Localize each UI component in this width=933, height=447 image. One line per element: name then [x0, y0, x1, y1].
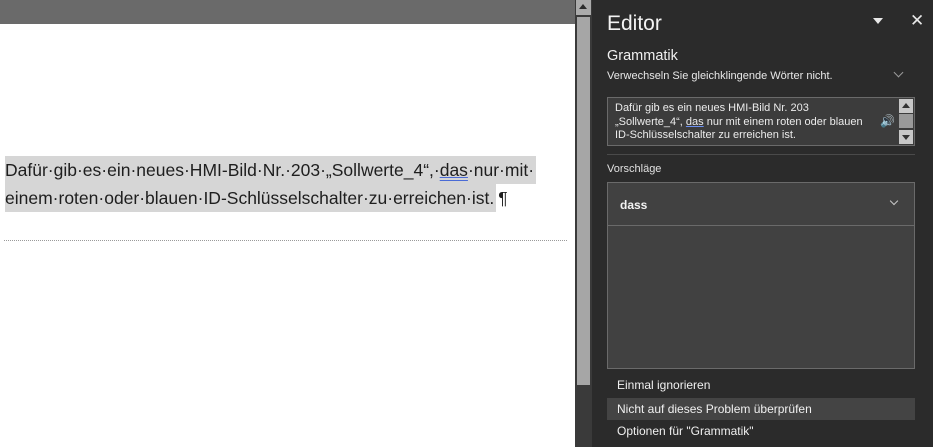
suggestion-item[interactable]: dass — [608, 183, 914, 226]
line-2-text: einem·roten·oder·blauen·ID-Schlüsselscha… — [5, 188, 495, 208]
context-box: Dafür gib es ein neues HMI-Bild Nr. 203 … — [607, 97, 915, 146]
line-1-text-before: Dafür·gib·es·ein·neues·HMI-Bild·Nr.·203·… — [5, 160, 440, 180]
document-area: Dafür·gib·es·ein·neues·HMI-Bild·Nr.·203·… — [0, 0, 575, 447]
options-label: Optionen für "Grammatik" — [617, 424, 754, 438]
document-paragraph[interactable]: Dafür·gib·es·ein·neues·HMI-Bild·Nr.·203·… — [5, 156, 565, 212]
ignore-once-label: Einmal ignorieren — [617, 378, 711, 392]
context-scrollbar[interactable] — [899, 99, 913, 144]
dont-check-label: Nicht auf dieses Problem überprüfen — [617, 402, 812, 416]
context-scroll-thumb[interactable] — [899, 114, 913, 128]
context-scroll-up-icon[interactable] — [899, 99, 913, 113]
document-scrollbar[interactable] — [575, 0, 592, 447]
expand-chevron-icon[interactable] — [893, 68, 907, 80]
editor-pane: Editor ✕ Grammatik Verwechseln Sie gleic… — [592, 0, 933, 447]
chevron-down-icon[interactable] — [889, 197, 901, 207]
ignore-once-button[interactable]: Einmal ignorieren — [607, 374, 915, 396]
paragraph-line-1[interactable]: Dafür·gib·es·ein·neues·HMI-Bild·Nr.·203·… — [5, 156, 537, 184]
divider — [607, 154, 915, 155]
context-scroll-down-icon[interactable] — [899, 130, 913, 144]
dont-check-problem-button[interactable]: Nicht auf dieses Problem überprüfen — [607, 398, 915, 420]
pilcrow-mark: ¶ — [498, 188, 508, 208]
scroll-up-arrow-icon[interactable] — [576, 0, 591, 15]
line-1-text-after: ·nur·mit· — [467, 160, 535, 180]
issue-category: Grammatik — [607, 48, 678, 64]
grammar-options-button[interactable]: Optionen für "Grammatik" — [607, 420, 915, 442]
issue-description: Verwechseln Sie gleichklingende Wörter n… — [607, 70, 833, 82]
close-icon[interactable]: ✕ — [910, 11, 924, 31]
context-flagged-word[interactable]: das — [686, 116, 704, 128]
pane-title: Editor — [607, 12, 662, 35]
paragraph-line-2[interactable]: einem·roten·oder·blauen·ID-Schlüsselscha… — [5, 184, 497, 212]
scrollbar-thumb[interactable] — [577, 17, 590, 385]
suggestion-word: dass — [620, 198, 648, 212]
chevron-down-icon[interactable] — [873, 14, 887, 26]
speaker-icon[interactable]: 🔊 — [880, 114, 895, 128]
suggestions-list: dass — [607, 182, 915, 369]
flagged-word[interactable]: das — [440, 160, 468, 180]
suggestions-label: Vorschläge — [607, 163, 662, 175]
document-page[interactable]: Dafür·gib·es·ein·neues·HMI-Bild·Nr.·203·… — [0, 24, 575, 447]
context-text: Dafür gib es ein neues HMI-Bild Nr. 203 … — [615, 102, 875, 142]
